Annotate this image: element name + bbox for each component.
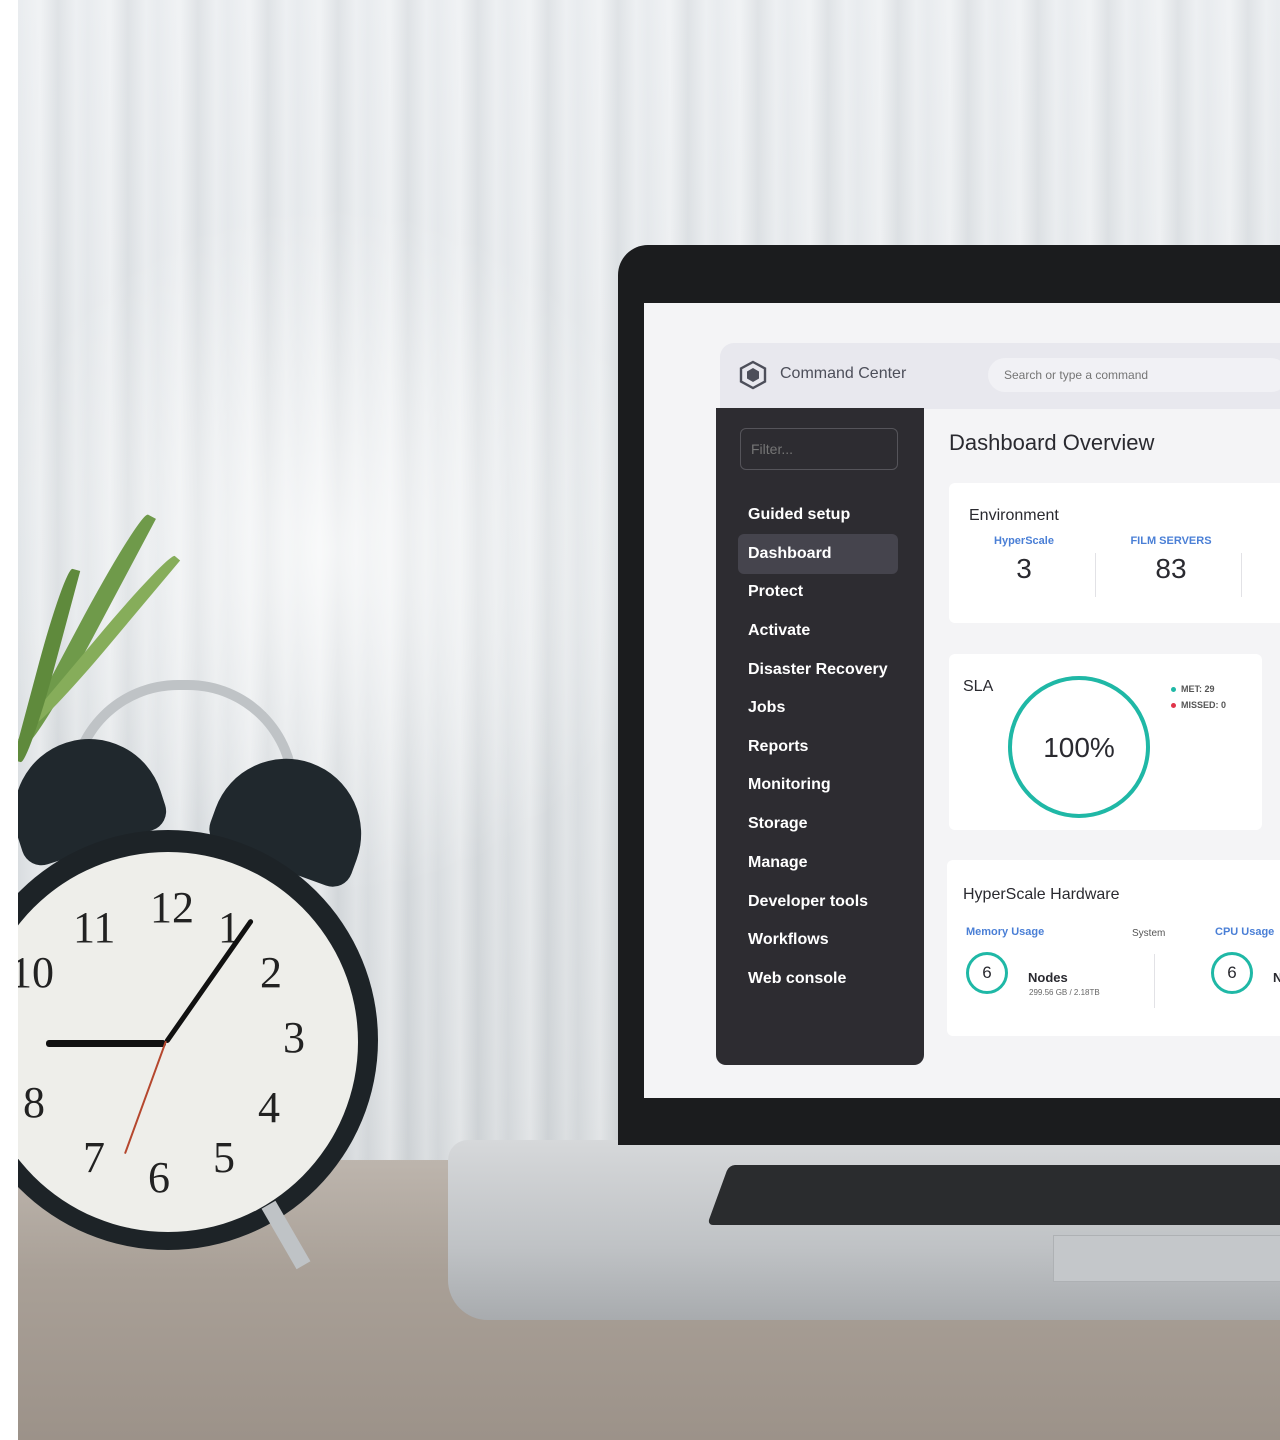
missed-label: MISSED: 0 [1181,700,1227,710]
environment-card: Environment HyperScale 3 FILM SERVERS 83 [949,483,1280,623]
sla-percent: 100% [1043,732,1115,763]
trackpad [1053,1235,1280,1282]
hyperscale-stat[interactable]: HyperScale 3 [989,535,1059,585]
numeral-12: 12 [150,883,194,932]
sla-title: SLA [963,678,994,695]
system-label: System [1132,928,1166,939]
numeral-3: 3 [283,1013,305,1062]
legend-missed: MISSED: 0 [1171,700,1226,710]
numeral-6: 6 [148,1153,170,1202]
sla-donut: 100% [1008,676,1150,818]
sidebar-item-developer-tools[interactable]: Developer tools [738,882,898,922]
sla-card: SLA 100% MET: 29 MISSED: 0 [949,654,1262,830]
divider [1241,553,1242,597]
memory-detail: 299.56 GB / 2.18TB [1029,988,1100,997]
sidebar-item-activate[interactable]: Activate [738,611,898,651]
sidebar-item-reports[interactable]: Reports [738,727,898,767]
numeral-7: 7 [83,1133,105,1182]
page-title: Dashboard Overview [949,430,1155,455]
sidebar-filter-input[interactable] [740,428,898,470]
sidebar: Guided setup Dashboard Protect Activate … [716,408,924,1065]
numeral-5: 5 [213,1133,235,1182]
environment-title: Environment [969,507,1059,524]
minute-hand [163,918,255,1044]
app-name: Command Center [780,365,907,382]
missed-dot-icon [1171,703,1176,709]
main-content: Dashboard Overview Environment HyperScal… [944,408,1280,1098]
divider [1095,553,1096,597]
sidebar-item-protect[interactable]: Protect [738,572,898,612]
memory-nodes-label: Nodes [1028,970,1068,985]
laptop-screen: Command Center Guided setup Dashboard Pr… [644,303,1280,1098]
sidebar-item-manage[interactable]: Manage [738,843,898,883]
sidebar-item-dashboard[interactable]: Dashboard [738,534,898,574]
film-servers-value: 83 [1155,553,1187,584]
sidebar-item-disaster-recovery[interactable]: Disaster Recovery [738,650,898,690]
film-servers-stat[interactable]: FILM SERVERS 83 [1121,535,1221,585]
sidebar-item-storage[interactable]: Storage [738,804,898,844]
met-label: MET: 29 [1181,684,1215,694]
cpu-usage-label[interactable]: CPU Usage [1215,926,1274,938]
keyboard [707,1165,1280,1225]
hardware-card: HyperScale Hardware Memory Usage System … [947,860,1280,1036]
top-bar: Command Center [720,343,1280,409]
numeral-2: 2 [260,948,282,997]
numeral-11: 11 [73,903,116,952]
hyperscale-value: 3 [1016,553,1032,584]
cube-logo-icon [739,360,767,390]
hour-hand [46,1040,166,1047]
hardware-title: HyperScale Hardware [963,886,1120,903]
cpu-nodes-ring: 6 [1211,952,1253,994]
second-hand [124,1040,167,1155]
legend-met: MET: 29 [1171,684,1215,694]
memory-usage-label[interactable]: Memory Usage [966,926,1044,938]
command-search-input[interactable] [988,358,1280,392]
met-dot-icon [1171,687,1176,693]
numeral-10: 10 [18,948,54,997]
divider [1154,954,1155,1008]
memory-nodes-ring: 6 [966,952,1008,994]
cpu-nodes-label: N [1273,970,1280,985]
film-servers-label: FILM SERVERS [1130,535,1212,547]
numeral-4: 4 [258,1083,280,1132]
sidebar-item-jobs[interactable]: Jobs [738,688,898,728]
numeral-8: 8 [23,1078,45,1127]
sidebar-item-web-console[interactable]: Web console [738,959,898,999]
sidebar-item-workflows[interactable]: Workflows [738,920,898,960]
hyperscale-label: HyperScale [994,535,1054,547]
sidebar-item-monitoring[interactable]: Monitoring [738,765,898,805]
sidebar-item-guided-setup[interactable]: Guided setup [738,495,898,535]
